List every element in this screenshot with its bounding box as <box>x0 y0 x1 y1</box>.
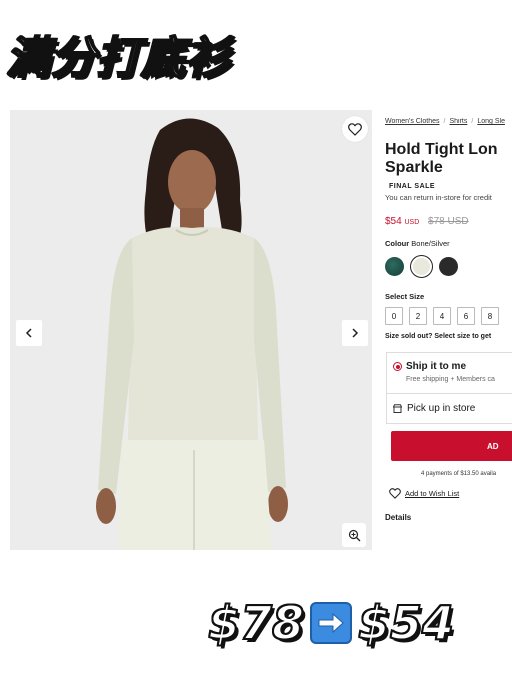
ship-option[interactable]: Ship it to me Free shipping + Members ca <box>386 352 512 394</box>
final-sale-badge: FINAL SALE <box>389 183 436 190</box>
colour-value: Bone/Silver <box>411 239 450 248</box>
headline-sticker: 满分打底衫 <box>5 32 231 85</box>
pickup-label: Pick up in store <box>407 403 476 414</box>
breadcrumb-separator: / <box>471 118 474 125</box>
return-note: You can return in-store for credit <box>385 193 492 202</box>
details-heading[interactable]: Details <box>385 513 512 522</box>
product-details-panel: Women's Clothes / Shirts / Long Sle Hold… <box>385 118 512 558</box>
ship-title-text: Ship it to me <box>406 361 466 372</box>
store-icon <box>393 404 402 413</box>
right-arrow-icon <box>310 602 353 644</box>
breadcrumb-womens-clothes[interactable]: Women's Clothes <box>385 118 440 125</box>
swatch-bone-silver[interactable] <box>410 255 433 278</box>
size-label: Select Size <box>385 292 425 301</box>
zoom-button[interactable] <box>342 523 366 547</box>
size-option-8[interactable]: 8 <box>481 307 499 325</box>
ship-subtitle: Free shipping + Members ca <box>406 376 495 383</box>
wishlist-label: Add to Wish List <box>405 489 460 498</box>
product-title: Hold Tight Lon Sparkle <box>385 141 512 177</box>
favorite-heart-button[interactable] <box>342 116 368 142</box>
radio-selected-icon <box>393 362 402 371</box>
chevron-right-icon <box>352 328 359 338</box>
add-to-wishlist-link[interactable]: Add to Wish List <box>389 488 512 499</box>
old-price-sticker: $78 <box>207 595 305 651</box>
sold-out-note[interactable]: Size sold out? Select size to get <box>385 333 512 340</box>
size-option-0[interactable]: 0 <box>385 307 403 325</box>
chevron-left-icon <box>25 328 32 338</box>
add-to-bag-button[interactable]: AD <box>391 431 512 461</box>
size-option-6[interactable]: 6 <box>457 307 475 325</box>
installments-note: 4 payments of $13.50 availa <box>421 471 497 477</box>
colour-swatches <box>385 255 512 278</box>
price-row: $54 USD $78 USD <box>385 216 512 227</box>
swatch-green-sparkle[interactable] <box>385 257 404 276</box>
size-options: 0 2 4 6 8 <box>385 307 512 325</box>
colour-label: Colour <box>385 239 410 248</box>
heart-icon <box>348 122 362 136</box>
new-price-sticker: $54 <box>357 595 455 651</box>
size-option-4[interactable]: 4 <box>433 307 451 325</box>
next-image-button[interactable] <box>342 320 368 346</box>
breadcrumb-long-sleeve[interactable]: Long Sle <box>477 118 505 125</box>
price-comparison-sticker: $78 $54 <box>207 595 455 651</box>
pickup-option[interactable]: Pick up in store <box>386 394 512 424</box>
sale-price: $54 <box>385 216 402 227</box>
original-price: $78 USD <box>428 216 469 227</box>
breadcrumb-separator: / <box>443 118 446 125</box>
product-title-line1: Hold Tight Lon <box>385 141 498 158</box>
price-currency: USD <box>404 219 420 226</box>
product-image <box>10 110 372 550</box>
heart-outline-icon <box>389 488 401 499</box>
product-title-line2: Sparkle <box>385 159 443 176</box>
previous-image-button[interactable] <box>16 320 42 346</box>
model-figure <box>96 118 288 550</box>
swatch-black[interactable] <box>439 257 458 276</box>
colour-row: Colour Bone/Silver <box>385 239 512 248</box>
breadcrumb: Women's Clothes / Shirts / Long Sle <box>385 118 512 125</box>
breadcrumb-shirts[interactable]: Shirts <box>449 118 467 125</box>
ship-title: Ship it to me <box>393 361 506 372</box>
zoom-in-icon <box>348 529 360 541</box>
size-option-2[interactable]: 2 <box>409 307 427 325</box>
